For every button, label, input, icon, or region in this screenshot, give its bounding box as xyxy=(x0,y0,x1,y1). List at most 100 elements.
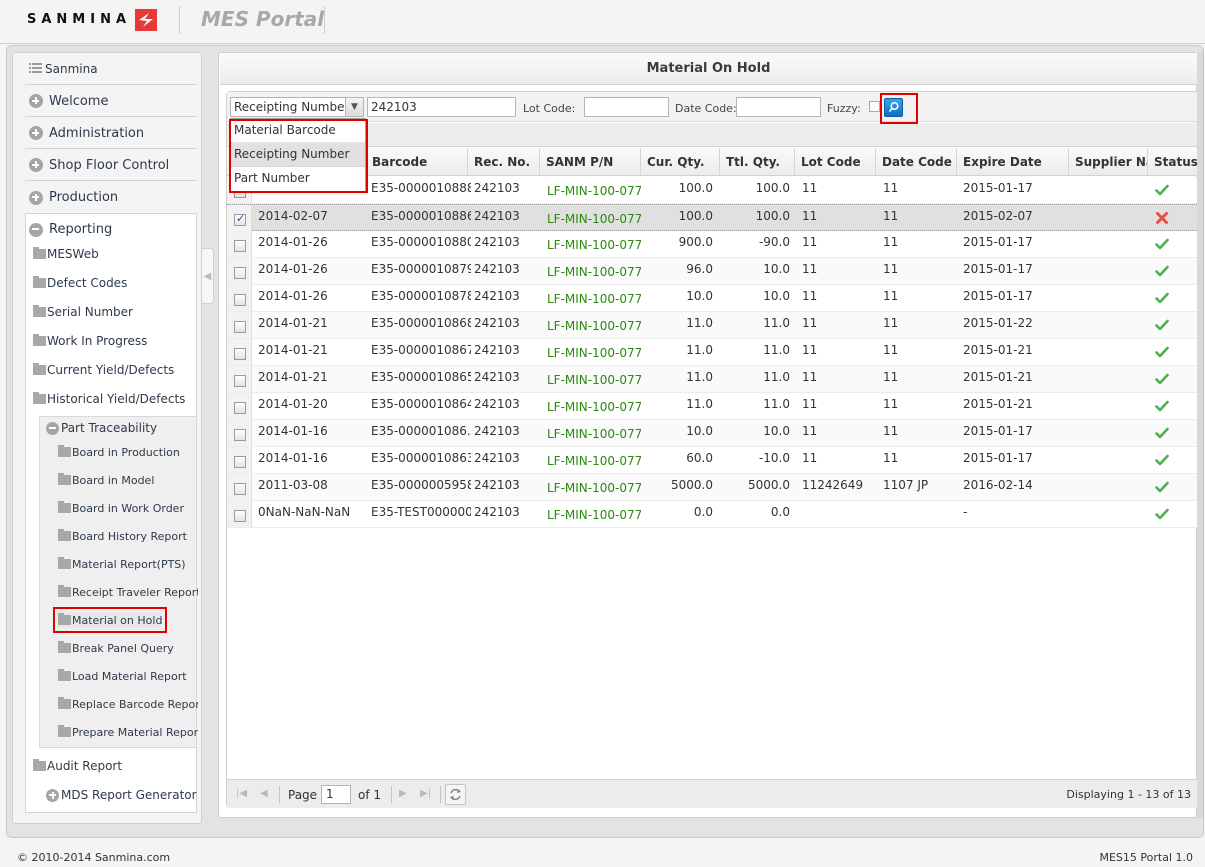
cell-lot: 11 xyxy=(802,209,818,223)
sidebar-item-board-in-model[interactable]: Board in Model xyxy=(58,472,154,488)
page-count-label: of 1 xyxy=(358,788,382,802)
sidebar-item-mds-report-generator[interactable]: MDS Report Generator xyxy=(46,786,197,804)
next-page-icon[interactable]: ▶ xyxy=(399,788,407,799)
dropdown-option-material-barcode[interactable]: Material Barcode xyxy=(231,119,365,143)
row-checkbox[interactable] xyxy=(234,429,246,441)
first-page-icon[interactable]: |◀ xyxy=(236,788,247,799)
collapse-sidebar-button[interactable]: ◀ xyxy=(202,248,214,304)
table-row[interactable]: 2014-01-26 E35-0000010878 242103 LF-MIN-100… xyxy=(227,285,1197,312)
cell-barcode: E35-0000010878 xyxy=(371,289,471,303)
last-page-icon[interactable]: ▶| xyxy=(420,788,431,799)
column-header-date-code[interactable]: Date Code xyxy=(876,148,957,176)
sidebar-item-historical-yield[interactable]: Historical Yield/Defects xyxy=(33,390,185,408)
table-row[interactable]: 2014-01-26 E35-0000010879 242103 LF-MIN-100… xyxy=(227,258,1197,285)
column-header-supplier-name[interactable]: Supplier Nam xyxy=(1069,148,1148,176)
sidebar-item-current-yield[interactable]: Current Yield/Defects xyxy=(33,361,174,379)
sidebar-item-administration[interactable]: Administration xyxy=(25,118,197,149)
prev-page-icon[interactable]: ◀ xyxy=(260,788,268,799)
row-checkbox[interactable] xyxy=(234,267,246,279)
column-header-rec-no[interactable]: Rec. No. xyxy=(468,148,540,176)
cell-lot: 11242649 xyxy=(802,478,864,492)
cell-expire: 2015-01-17 xyxy=(963,235,1033,249)
column-header-ttl-qty[interactable]: Ttl. Qty. xyxy=(720,148,795,176)
sidebar-item-prepare-material-report[interactable]: Prepare Material Report xyxy=(58,724,198,740)
chevron-down-icon[interactable]: ▼ xyxy=(345,98,363,116)
sidebar-item-label: Receipt Traveler Report(P xyxy=(72,585,198,599)
sidebar-item-replace-barcode-report[interactable]: Replace Barcode Report xyxy=(58,696,198,712)
row-checkbox[interactable] xyxy=(234,294,246,306)
table-row[interactable]: 0NaN-NaN-NaN E35-TEST0000001 242103 LF-MIN-… xyxy=(227,501,1197,528)
sidebar-item-receipt-traveler-report[interactable]: Receipt Traveler Report(P xyxy=(58,584,198,600)
sidebar-item-production[interactable]: Production xyxy=(25,182,197,213)
date-code-input[interactable] xyxy=(736,97,821,117)
cell-date-code: 11 xyxy=(883,370,899,384)
column-header-lot-code[interactable]: Lot Code xyxy=(795,148,876,176)
dropdown-option-receipting-number[interactable]: Receipting Number xyxy=(231,143,365,167)
cell-date-code: 11 xyxy=(883,451,899,465)
sidebar-item-reporting[interactable]: Reporting xyxy=(25,214,197,245)
table-row[interactable]: 2014-02-07 E35-0000010886242103 LF-MIN-100… xyxy=(227,204,1197,231)
row-checkbox[interactable] xyxy=(234,348,246,360)
sidebar-item-audit-report[interactable]: Audit Report xyxy=(33,757,122,775)
table-row[interactable]: 2011-03-08 E35-0000005958 242103 LF-MIN-100… xyxy=(227,474,1197,501)
refresh-button[interactable] xyxy=(445,784,466,805)
sidebar-item-break-panel-query[interactable]: Break Panel Query xyxy=(58,640,174,656)
cell-lot: 11 xyxy=(802,370,818,384)
lot-code-input[interactable] xyxy=(584,97,669,117)
sidebar-item-material-report-pts[interactable]: Material Report(PTS) xyxy=(58,556,186,572)
cell-pn: LF-MIN-100-077... xyxy=(547,481,641,495)
sidebar-item-shop-floor-control[interactable]: Shop Floor Control xyxy=(25,150,197,181)
column-header-expire-date[interactable]: Expire Date xyxy=(957,148,1069,176)
cell-date: 2014-02-07 xyxy=(258,209,328,223)
dropdown-option-part-number[interactable]: Part Number xyxy=(231,167,365,191)
vertical-scrollbar[interactable] xyxy=(1197,52,1203,818)
sidebar-item-board-in-production[interactable]: Board in Production xyxy=(58,444,180,460)
sidebar-item-part-traceability[interactable]: Part Traceability xyxy=(46,419,157,437)
row-checkbox[interactable] xyxy=(234,510,246,522)
cell-pn: LF-MIN-100-077... xyxy=(547,292,641,306)
sidebar-item-board-history-report[interactable]: Board History Report xyxy=(58,528,187,544)
sidebar-item-defect-codes[interactable]: Defect Codes xyxy=(33,274,127,292)
search-button[interactable] xyxy=(884,98,903,117)
table-row[interactable]: E35-0000010888242103 LF-MIN-100-077... 100… xyxy=(227,177,1197,204)
status-hold-x-icon xyxy=(1155,211,1169,225)
table-row[interactable]: 2014-01-21 E35-0000010867 242103 LF-MIN-100… xyxy=(227,339,1197,366)
cell-barcode: E35-0000010865 xyxy=(371,370,471,384)
column-header-barcode[interactable]: Barcode xyxy=(366,148,468,176)
table-row[interactable]: 2014-01-20 E35-0000010864 242103 LF-MIN-100… xyxy=(227,393,1197,420)
sidebar-item-label: Board in Model xyxy=(72,473,155,487)
table-row[interactable]: 2014-01-16 E35-000001086... 242103 LF-MIN-1… xyxy=(227,420,1197,447)
grid-toolbar xyxy=(227,123,1197,147)
cell-lot: 11 xyxy=(802,235,818,249)
row-checkbox[interactable] xyxy=(234,375,246,387)
page-number-input[interactable]: 1 xyxy=(321,785,351,804)
search-value-input[interactable]: 242103 xyxy=(367,97,516,117)
row-checkbox[interactable] xyxy=(234,483,246,495)
sidebar-item-load-material-report[interactable]: Load Material Report xyxy=(58,668,187,684)
sidebar-item-board-in-work-order[interactable]: Board in Work Order xyxy=(58,500,184,516)
column-header-sanm-pn[interactable]: SANM P/N xyxy=(540,148,641,176)
table-row[interactable]: 2014-01-21 E35-0000010865 242103 LF-MIN-100… xyxy=(227,366,1197,393)
header-divider xyxy=(179,6,180,34)
row-checkbox[interactable] xyxy=(234,402,246,414)
cell-expire: 2015-01-17 xyxy=(963,424,1033,438)
search-type-select[interactable]: Receipting Number ▼ xyxy=(230,97,364,117)
sidebar-item-label: Material Report(PTS) xyxy=(72,557,186,571)
table-row[interactable]: 2014-01-21 E35-0000010868 242103 LF-MIN-100… xyxy=(227,312,1197,339)
row-checkbox[interactable] xyxy=(234,456,246,468)
row-checkbox[interactable] xyxy=(234,321,246,333)
table-row[interactable]: 2014-01-16 E35-0000010863 242103 LF-MIN-100… xyxy=(227,447,1197,474)
cell-expire: 2015-01-21 xyxy=(963,370,1033,384)
column-header-cur-qty[interactable]: Cur. Qty. xyxy=(641,148,720,176)
version-text: MES15 Portal 1.0 xyxy=(1099,851,1193,864)
row-checkbox[interactable] xyxy=(234,240,246,252)
sidebar-item-mesweb[interactable]: MESWeb xyxy=(33,245,99,263)
column-header-status[interactable]: Status xyxy=(1148,148,1197,176)
table-row[interactable]: 2014-01-26 E35-0000010880 242103 LF-MIN-100… xyxy=(227,231,1197,258)
sidebar-item-serial-number[interactable]: Serial Number xyxy=(33,303,133,321)
row-checkbox[interactable] xyxy=(234,212,246,226)
sidebar-item-work-in-progress[interactable]: Work In Progress xyxy=(33,332,147,350)
sidebar-item-material-on-hold[interactable]: Material on Hold xyxy=(52,607,168,633)
sidebar-item-welcome[interactable]: Welcome xyxy=(25,86,197,117)
fuzzy-checkbox[interactable] xyxy=(869,101,880,112)
